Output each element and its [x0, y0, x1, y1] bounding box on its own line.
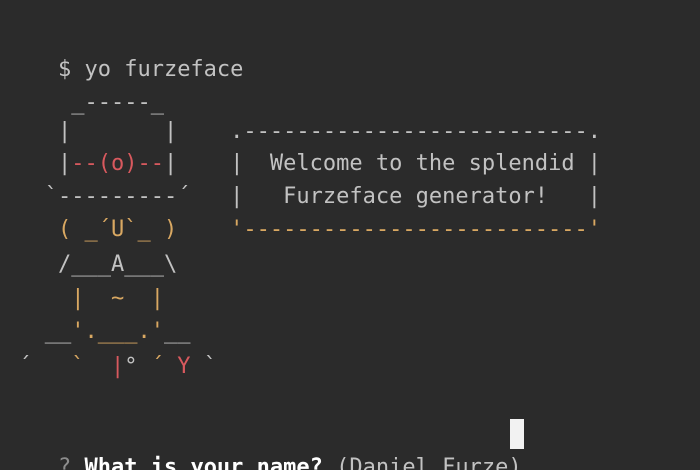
art-segment: `	[71, 354, 85, 379]
art-segment: | Furzeface generator! |	[230, 184, 602, 209]
art-segment: |	[163, 151, 231, 176]
art-segment: | ~ |	[5, 286, 164, 311]
art-line: `---------´ | Furzeface generator! |	[5, 180, 601, 213]
prompt-question: What is your name?	[84, 455, 323, 470]
art-line: ( _´U`_ ) '--------------------------'	[5, 213, 601, 246]
command-line: $ yo furzeface	[5, 20, 243, 82]
art-segment	[84, 354, 111, 379]
art-segment: '--------------------------'	[230, 217, 602, 242]
art-segment: .--------------------------.	[230, 119, 602, 144]
art-segment: __	[163, 319, 191, 344]
art-segment: '.___.'	[71, 319, 164, 344]
art-line: __'.___.'__	[5, 315, 191, 348]
prompt-line: ? What is your name? (Daniel Furze)	[5, 418, 522, 470]
terminal-window[interactable]: $ yo furzeface _-----_ | | .------------…	[0, 0, 700, 470]
art-line: /___A___\	[5, 248, 177, 281]
prompt-default-value: (Daniel Furze)	[336, 455, 522, 470]
art-segment: --(o)--	[71, 151, 164, 176]
art-segment: `	[190, 354, 217, 379]
art-line: |--(o)--| | Welcome to the splendid |	[5, 147, 601, 180]
art-segment	[164, 354, 177, 379]
art-segment: ( _´U`_ )	[5, 217, 231, 242]
art-segment: | Welcome to the splendid |	[230, 151, 602, 176]
text-cursor[interactable]	[510, 419, 524, 449]
art-segment: ´	[150, 354, 164, 379]
prompt-question-mark: ?	[57, 455, 72, 470]
art-line: | ~ |	[5, 282, 164, 315]
art-segment: |	[110, 354, 125, 379]
art-segment: Y	[177, 354, 191, 379]
art-segment: __	[5, 319, 72, 344]
art-segment: |	[5, 151, 72, 176]
art-segment: ´	[5, 354, 72, 379]
art-line: ´ ` |° ´ Y `	[5, 350, 217, 383]
art-segment: `---------´	[5, 184, 231, 209]
art-segment: °	[124, 354, 151, 379]
art-segment: | |	[5, 119, 231, 144]
art-line: | | .--------------------------.	[5, 115, 601, 148]
command-text: $ yo furzeface	[57, 57, 244, 82]
art-segment: _-----_	[5, 90, 164, 115]
art-segment: /___A___\	[5, 252, 178, 277]
